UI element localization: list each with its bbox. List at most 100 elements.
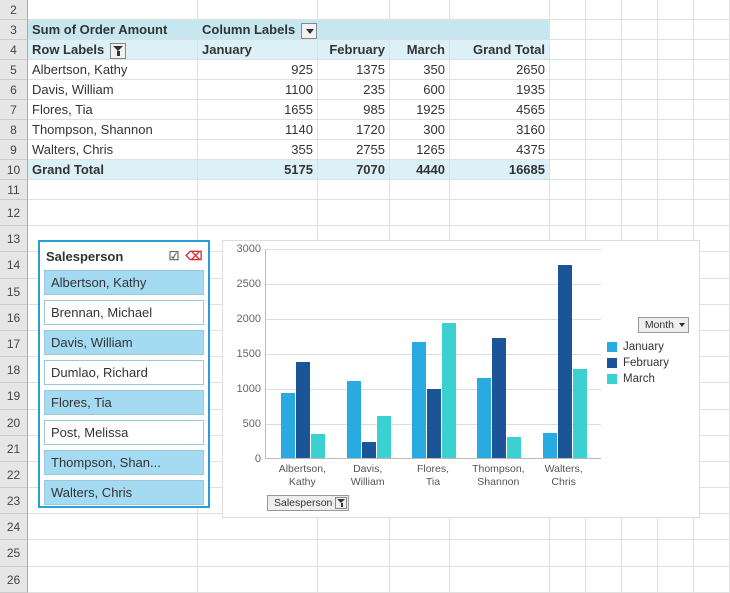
row-header[interactable]: 25 bbox=[0, 540, 28, 566]
cell[interactable] bbox=[28, 540, 198, 565]
cell[interactable] bbox=[550, 200, 586, 225]
cell[interactable] bbox=[550, 180, 586, 199]
row-header[interactable]: 5 bbox=[0, 60, 28, 80]
cell[interactable] bbox=[622, 40, 658, 59]
row-header[interactable]: 26 bbox=[0, 567, 28, 593]
cell[interactable] bbox=[622, 60, 658, 79]
row-header[interactable]: 13 bbox=[0, 226, 28, 252]
cell[interactable] bbox=[390, 567, 450, 592]
cell[interactable] bbox=[586, 567, 622, 592]
dropdown-icon[interactable] bbox=[301, 23, 317, 39]
slicer-item[interactable]: Walters, Chris bbox=[44, 480, 204, 505]
bar[interactable] bbox=[558, 265, 572, 458]
cell[interactable] bbox=[550, 40, 586, 59]
row-header[interactable]: 11 bbox=[0, 180, 28, 200]
cell[interactable] bbox=[694, 100, 730, 119]
cell[interactable] bbox=[586, 40, 622, 59]
cell[interactable] bbox=[586, 20, 622, 39]
cell[interactable] bbox=[390, 0, 450, 19]
cell[interactable] bbox=[450, 0, 550, 19]
cell[interactable] bbox=[318, 567, 390, 592]
slicer-item[interactable]: Thompson, Shan... bbox=[44, 450, 204, 475]
cell[interactable] bbox=[622, 0, 658, 19]
cell[interactable] bbox=[318, 0, 390, 19]
cell[interactable] bbox=[586, 80, 622, 99]
row-header[interactable]: 6 bbox=[0, 80, 28, 100]
cell[interactable] bbox=[586, 60, 622, 79]
cell[interactable] bbox=[450, 20, 550, 39]
clear-filter-icon[interactable]: ⌫ bbox=[186, 248, 202, 264]
pivot-row-total[interactable]: 1935 bbox=[450, 80, 550, 99]
bar[interactable] bbox=[347, 381, 361, 458]
row-header[interactable]: 17 bbox=[0, 331, 28, 357]
pivot-chart[interactable]: 050010001500200025003000 Albertson,Kathy… bbox=[222, 240, 700, 518]
cell[interactable] bbox=[198, 540, 318, 565]
cell[interactable] bbox=[694, 567, 730, 592]
cell[interactable] bbox=[694, 514, 730, 539]
bar[interactable] bbox=[296, 362, 310, 458]
cell[interactable] bbox=[198, 514, 318, 539]
row-header[interactable]: 14 bbox=[0, 252, 28, 278]
cell[interactable] bbox=[550, 540, 586, 565]
cell[interactable] bbox=[622, 100, 658, 119]
cell[interactable] bbox=[658, 20, 694, 39]
cell[interactable] bbox=[586, 200, 622, 225]
col-hdr-jan[interactable]: January bbox=[198, 40, 318, 59]
bar[interactable] bbox=[543, 433, 557, 458]
legend-field-button[interactable]: Month bbox=[638, 317, 689, 333]
cell[interactable] bbox=[586, 180, 622, 199]
row-header[interactable]: 20 bbox=[0, 410, 28, 436]
pivot-val[interactable]: 1265 bbox=[390, 140, 450, 159]
row-header[interactable]: 10 bbox=[0, 160, 28, 180]
bar[interactable] bbox=[311, 434, 325, 459]
cell[interactable] bbox=[586, 160, 622, 179]
cell[interactable] bbox=[586, 140, 622, 159]
bar[interactable] bbox=[492, 338, 506, 458]
cell[interactable] bbox=[450, 514, 550, 539]
cell[interactable] bbox=[658, 80, 694, 99]
slicer-item[interactable]: Albertson, Kathy bbox=[44, 270, 204, 295]
legend-item[interactable]: March bbox=[607, 373, 693, 385]
col-hdr-feb[interactable]: February bbox=[318, 40, 390, 59]
cell[interactable] bbox=[622, 200, 658, 225]
cell[interactable] bbox=[658, 200, 694, 225]
cell[interactable] bbox=[694, 180, 730, 199]
cell[interactable] bbox=[694, 20, 730, 39]
cell[interactable] bbox=[28, 514, 198, 539]
cell[interactable] bbox=[318, 20, 390, 39]
cell[interactable] bbox=[658, 180, 694, 199]
cell[interactable] bbox=[586, 514, 622, 539]
bar[interactable] bbox=[427, 389, 441, 458]
grand-val[interactable]: 7070 bbox=[318, 160, 390, 179]
cell[interactable] bbox=[550, 60, 586, 79]
cell[interactable] bbox=[658, 140, 694, 159]
cell[interactable] bbox=[622, 80, 658, 99]
cell[interactable] bbox=[658, 160, 694, 179]
cell[interactable] bbox=[318, 180, 390, 199]
cell[interactable] bbox=[622, 567, 658, 592]
cell[interactable] bbox=[694, 40, 730, 59]
cell[interactable] bbox=[198, 567, 318, 592]
grand-val[interactable]: 4440 bbox=[390, 160, 450, 179]
cell[interactable] bbox=[694, 200, 730, 225]
slicer-item[interactable]: Brennan, Michael bbox=[44, 300, 204, 325]
slicer-item[interactable]: Post, Melissa bbox=[44, 420, 204, 445]
pivot-val[interactable]: 1720 bbox=[318, 120, 390, 139]
pivot-val[interactable]: 985 bbox=[318, 100, 390, 119]
pivot-val[interactable]: 1655 bbox=[198, 100, 318, 119]
cell[interactable] bbox=[450, 200, 550, 225]
cell[interactable] bbox=[318, 200, 390, 225]
cell[interactable] bbox=[658, 540, 694, 565]
row-header[interactable]: 7 bbox=[0, 100, 28, 120]
multi-select-icon[interactable]: ☑ bbox=[166, 248, 182, 264]
cell[interactable] bbox=[622, 160, 658, 179]
row-header[interactable]: 16 bbox=[0, 305, 28, 331]
cell[interactable] bbox=[586, 540, 622, 565]
row-header[interactable]: 2 bbox=[0, 0, 28, 20]
row-header[interactable]: 24 bbox=[0, 514, 28, 540]
row-header[interactable]: 4 bbox=[0, 40, 28, 60]
cell[interactable] bbox=[622, 120, 658, 139]
legend-item[interactable]: February bbox=[607, 357, 693, 369]
slicer-item[interactable]: Davis, William bbox=[44, 330, 204, 355]
row-header[interactable]: 8 bbox=[0, 120, 28, 140]
